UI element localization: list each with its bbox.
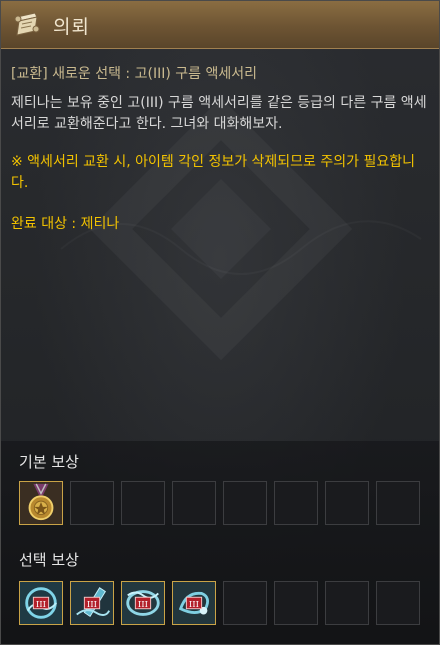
cloud-accessory-icon: III (71, 582, 113, 624)
cloud-accessory-icon: III (122, 582, 164, 624)
reward-slot[interactable]: III (121, 581, 165, 625)
quest-description: 제티나는 보유 중인 고(III) 구름 액세서리를 같은 등급의 다른 구름 … (11, 95, 427, 132)
grade-badge: III (138, 600, 148, 610)
reward-slot[interactable]: III (19, 581, 63, 625)
reward-slot-empty[interactable] (274, 581, 318, 625)
cloud-accessory-icon: III (173, 582, 215, 624)
basic-reward-label: 기본 보상 (19, 453, 79, 471)
title-bar[interactable]: 의뢰 (1, 1, 439, 49)
basic-reward-slots (19, 481, 424, 527)
reward-slot[interactable] (19, 481, 63, 525)
reward-slot-empty[interactable] (376, 481, 420, 525)
reward-slot-empty[interactable] (223, 481, 267, 525)
choice-reward-label: 선택 보상 (19, 551, 79, 569)
reward-slot-empty[interactable] (223, 581, 267, 625)
reward-slot[interactable]: III (70, 581, 114, 625)
scroll-icon (14, 12, 40, 36)
reward-slot-empty[interactable] (376, 581, 420, 625)
reward-slot-empty[interactable] (121, 481, 165, 525)
window-title: 의뢰 (53, 16, 90, 38)
grade-badge: III (87, 600, 97, 610)
choice-reward-slots: III III III III (19, 581, 424, 627)
rewards-section: 기본 보상 선택 보상 III III III III (1, 441, 439, 644)
completion-target: 완료 대상 : 제티나 (11, 216, 120, 232)
reward-slot-empty[interactable] (70, 481, 114, 525)
cloud-accessory-icon: III (20, 582, 62, 624)
grade-badge: III (36, 600, 46, 610)
quest-subtitle: [교환] 새로운 선택 : 고(III) 구름 액세서리 (11, 66, 257, 82)
reward-slot-empty[interactable] (274, 481, 318, 525)
quest-warning: ※ 액세서리 교환 시, 아이템 각인 정보가 삭제되므로 주의가 필요합니다. (11, 154, 415, 191)
reward-slot-empty[interactable] (325, 481, 369, 525)
reward-slot-empty[interactable] (325, 581, 369, 625)
reward-slot[interactable]: III (172, 581, 216, 625)
medal-icon (20, 482, 62, 524)
reward-slot-empty[interactable] (172, 481, 216, 525)
quest-window: 의뢰 [교환] 새로운 선택 : 고(III) 구름 액세서리 제티나는 보유 … (0, 0, 440, 645)
grade-badge: III (189, 600, 199, 610)
